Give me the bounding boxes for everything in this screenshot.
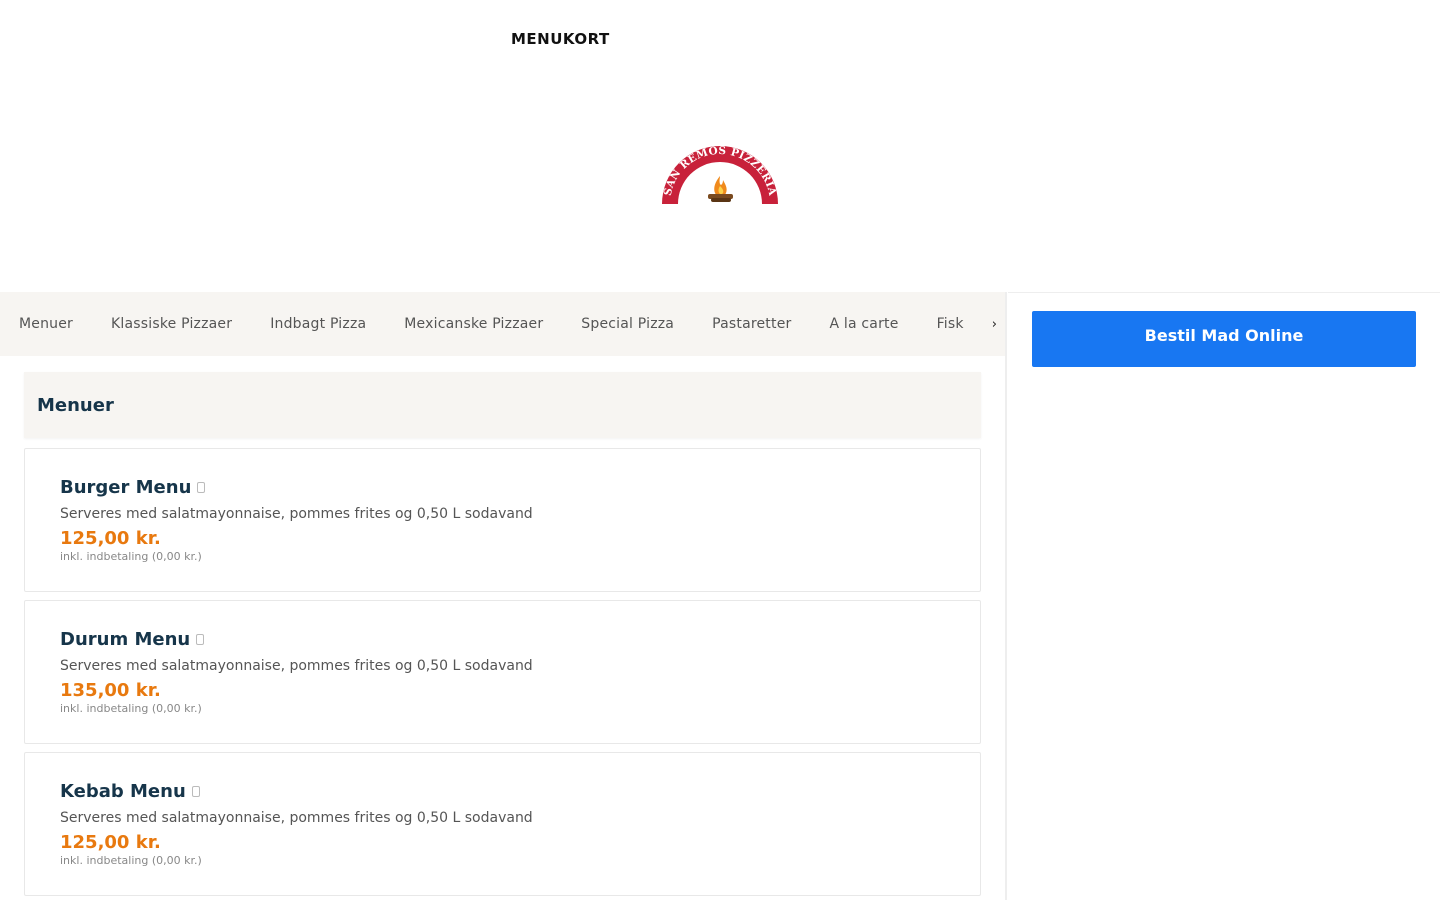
menu-item-card[interactable]: Kebab Menu Serveres med salatmayonnaise,…: [24, 752, 981, 896]
order-online-button[interactable]: Bestil Mad Online: [1032, 311, 1416, 367]
item-name: Durum Menu: [60, 629, 191, 650]
item-title-row: Durum Menu: [60, 629, 980, 650]
category-pastaretter[interactable]: Pastaretter: [712, 316, 791, 332]
item-name: Burger Menu: [60, 477, 192, 498]
category-indbagt-pizza[interactable]: Indbagt Pizza: [270, 316, 366, 332]
item-name: Kebab Menu: [60, 781, 186, 802]
restaurant-logo[interactable]: SAN REMOS PIZZERIA: [658, 145, 782, 210]
item-description: Serveres med salatmayonnaise, pommes fri…: [60, 658, 533, 674]
item-price: 125,00 kr.: [60, 528, 161, 549]
item-deposit-note: inkl. indbetaling (0,00 kr.): [60, 550, 202, 563]
item-title-row: Kebab Menu: [60, 781, 980, 802]
item-price: 135,00 kr.: [60, 680, 161, 701]
info-icon[interactable]: [191, 786, 200, 797]
info-icon[interactable]: [196, 634, 205, 645]
nav-link-menukort[interactable]: MENUKORT: [511, 30, 610, 48]
category-nav: Menuer Klassiske Pizzaer Indbagt Pizza M…: [0, 292, 1005, 356]
category-special-pizza[interactable]: Special Pizza: [581, 316, 674, 332]
menu-panel: Menuer Klassiske Pizzaer Indbagt Pizza M…: [0, 292, 1007, 900]
chevron-right-icon[interactable]: ›: [992, 317, 997, 332]
order-sidebar: Bestil Mad Online: [1008, 292, 1440, 900]
category-fisk[interactable]: Fisk: [937, 316, 964, 332]
item-description: Serveres med salatmayonnaise, pommes fri…: [60, 810, 533, 826]
item-deposit-note: inkl. indbetaling (0,00 kr.): [60, 854, 202, 867]
category-menuer[interactable]: Menuer: [19, 316, 73, 332]
menu-item-card[interactable]: Durum Menu Serveres med salatmayonnaise,…: [24, 600, 981, 744]
fire-icon: [708, 176, 733, 202]
category-a-la-carte[interactable]: A la carte: [829, 316, 898, 332]
item-title-row: Burger Menu: [60, 477, 980, 498]
top-header: MENUKORT: [0, 0, 1440, 80]
item-price: 125,00 kr.: [60, 832, 161, 853]
item-deposit-note: inkl. indbetaling (0,00 kr.): [60, 702, 202, 715]
section-header: Menuer: [24, 372, 981, 438]
logo-image: SAN REMOS PIZZERIA: [662, 145, 778, 204]
category-klassiske-pizzaer[interactable]: Klassiske Pizzaer: [111, 316, 232, 332]
info-icon[interactable]: [197, 482, 206, 493]
item-description: Serveres med salatmayonnaise, pommes fri…: [60, 506, 533, 522]
section-title: Menuer: [37, 394, 114, 416]
menu-item-card[interactable]: Burger Menu Serveres med salatmayonnaise…: [24, 448, 981, 592]
category-mexicanske-pizzaer[interactable]: Mexicanske Pizzaer: [404, 316, 543, 332]
